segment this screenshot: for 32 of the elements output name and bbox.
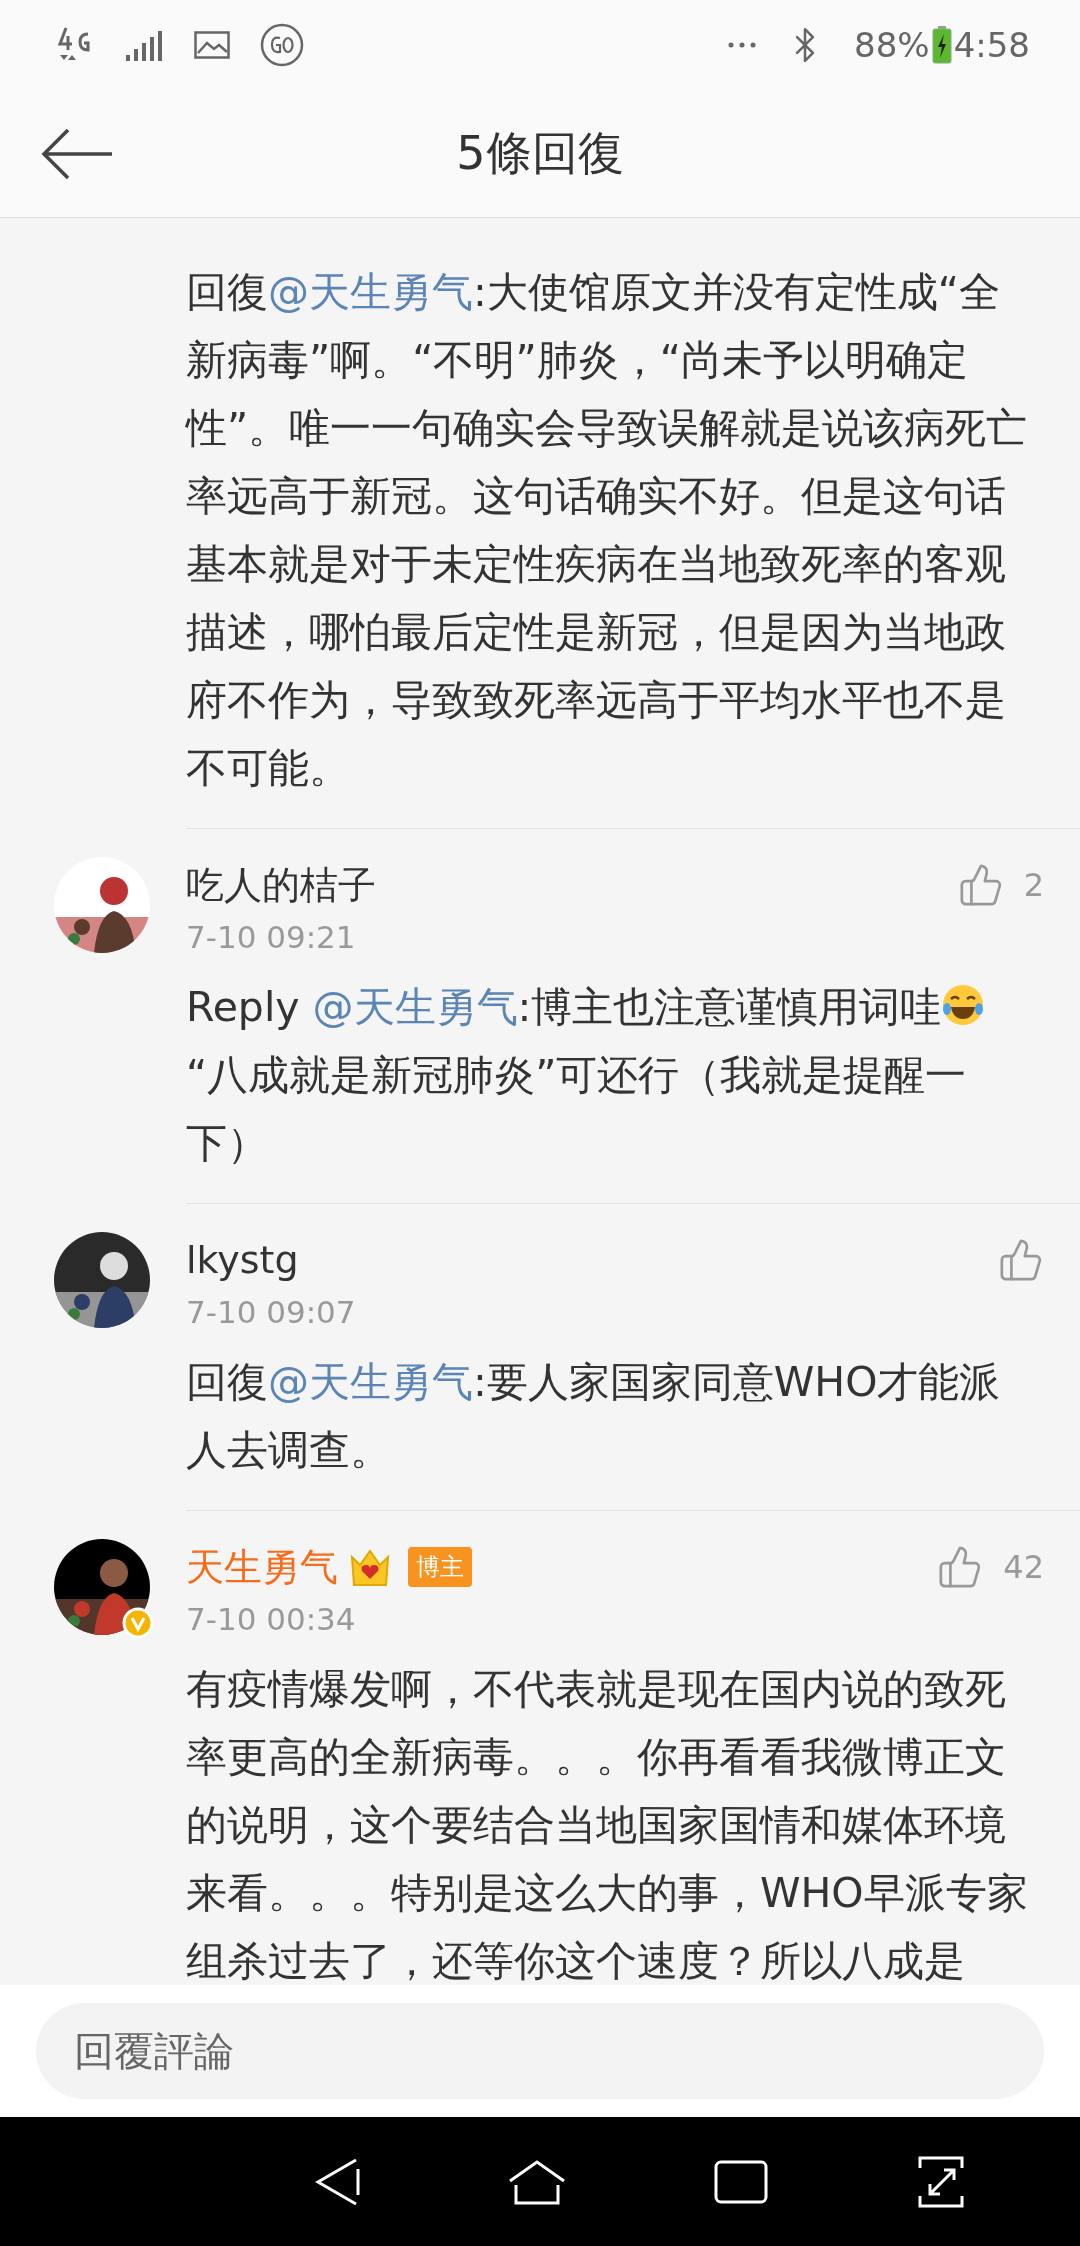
- recents-nav-icon[interactable]: [714, 2159, 768, 2204]
- comment-time: 7-10 00:34: [186, 1601, 357, 1637]
- comment-time: 7-10 09:07: [186, 1294, 357, 1330]
- mention-link[interactable]: @天生勇气: [312, 983, 518, 1031]
- comment-text: Reply @天生勇气:博主也注意谨慎用词哇 “八成就是新冠肺炎”可还行（我就是提醒一下）: [186, 973, 1036, 1177]
- more-icon: [728, 42, 757, 48]
- like-button[interactable]: 42: [937, 1544, 1044, 1590]
- user-name[interactable]: 天生勇气: [186, 1541, 338, 1593]
- like-button[interactable]: [998, 1237, 1044, 1283]
- circle-icon: [260, 23, 304, 67]
- clock-time: 4:58: [953, 25, 1030, 65]
- comment-time: 7-10 09:21: [186, 919, 357, 955]
- mention-link[interactable]: @天生勇气: [268, 1358, 473, 1406]
- back-nav-icon[interactable]: [314, 2156, 360, 2207]
- blogger-tag: 博主: [408, 1547, 472, 1587]
- battery-percent: 88%: [854, 25, 930, 65]
- home-nav-icon[interactable]: [508, 2158, 566, 2205]
- thumbs-up-icon: [957, 862, 1004, 908]
- like-button[interactable]: 2: [957, 862, 1044, 908]
- comment-text: 有疫情爆发啊，不代表就是现在国内说的致死率更高的全新病毒。。。你再看看我微博正文的说明，这个要结合当地国家国情和媒体环境来看。。。特别是这么大的事，WHO早派专家组杀过去了，还等你这个速度？所以八成是: [186, 1664, 1029, 1985]
- reply-input-field[interactable]: 回覆評論: [36, 2003, 1044, 2099]
- comment-text: 回復@天生勇气:大使馆原文并没有定性成“全新病毒”啊。“不明”肺炎，“尚未予以明确定性”。唯一一句确实会导致误解就是说该病死亡率远高于新冠。这句话确实不好。但是这句话基本就是对于未定性疾病在当地致死率的客观描述，哪怕最后定性是新冠，但是因为当地政府不作为，导致致死率远高于平均水平也不是不可能。: [186, 267, 1029, 794]
- thumbs-up-icon: [998, 1237, 1044, 1283]
- user-name[interactable]: lkystg: [186, 1238, 299, 1282]
- signal-icon: [124, 29, 164, 61]
- comment-text: 回復@天生勇气:要人家国家同意WHO才能派人去调查。: [186, 1357, 1002, 1476]
- page-title: 5條回復: [456, 124, 624, 182]
- laughing-emoji-icon: [941, 983, 986, 1027]
- battery-icon: [931, 26, 952, 64]
- mention-link[interactable]: @天生勇气: [268, 268, 473, 316]
- user-name[interactable]: 吃人的桔子: [186, 859, 376, 911]
- image-icon: [194, 31, 230, 59]
